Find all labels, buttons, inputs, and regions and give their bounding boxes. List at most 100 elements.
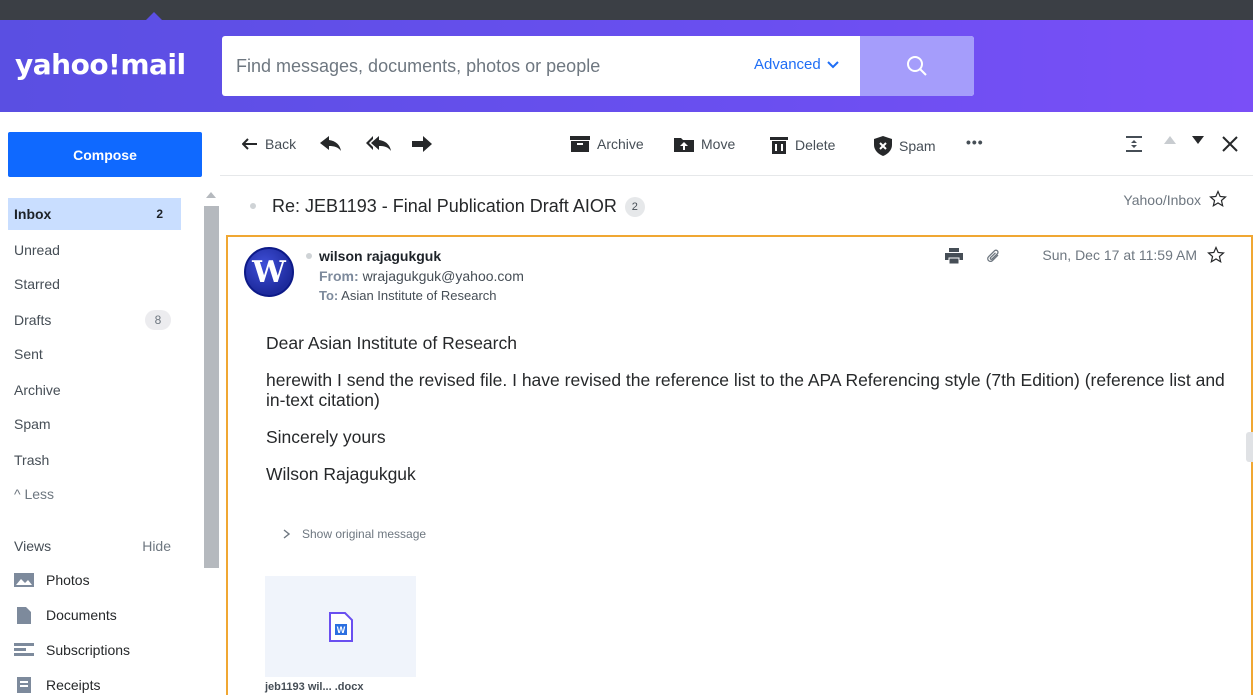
- documents-icon: [14, 606, 34, 624]
- to-label: To:: [319, 288, 339, 303]
- spam-label: Spam: [899, 138, 936, 154]
- photos-icon: [14, 572, 34, 588]
- scroll-up-arrow-icon[interactable]: [206, 192, 216, 198]
- folder-label: Sent: [14, 346, 43, 362]
- delete-label: Delete: [795, 137, 836, 153]
- archive-button[interactable]: Archive: [570, 136, 644, 152]
- read-indicator[interactable]: [306, 253, 312, 259]
- subscriptions-icon: [14, 642, 34, 658]
- sidebar-item-trash[interactable]: Trash: [8, 444, 181, 476]
- sidebar-less-toggle[interactable]: ^ Less: [8, 478, 181, 510]
- previous-message-button[interactable]: [1164, 136, 1176, 144]
- sidebar-item-sent[interactable]: Sent: [8, 338, 181, 370]
- forward-icon: [412, 136, 432, 152]
- body-paragraph: Wilson Rajagukguk: [266, 464, 416, 484]
- back-button[interactable]: Back: [242, 136, 296, 152]
- view-label: Subscriptions: [46, 642, 131, 658]
- folder-tag: Yahoo/Inbox: [1123, 192, 1201, 208]
- collapse-icon: [1126, 136, 1142, 152]
- paperclip-icon: [987, 249, 1001, 270]
- forward-button[interactable]: [412, 136, 432, 152]
- browser-top-strip: [0, 0, 1253, 20]
- reply-all-icon: [366, 136, 391, 151]
- message-card[interactable]: W wilson rajagukguk From: wrajagukguk@ya…: [226, 235, 1253, 695]
- yahoo-mail-logo[interactable]: yahoo!mail: [15, 48, 186, 81]
- view-label: Receipts: [46, 677, 101, 693]
- word-document-icon: W: [328, 611, 353, 642]
- show-original-message-toggle[interactable]: Show original message: [283, 527, 426, 541]
- reply-all-button[interactable]: [366, 136, 392, 152]
- from-line: From: wrajagukguk@yahoo.com: [319, 268, 524, 284]
- folder-label: Drafts: [14, 312, 52, 328]
- show-original-label: Show original message: [302, 527, 427, 541]
- sidebar-item-unread[interactable]: Unread: [8, 234, 181, 266]
- attachment-thumbnail[interactable]: W: [265, 576, 416, 677]
- caret-up-icon: [1164, 136, 1176, 144]
- view-item-documents[interactable]: Documents: [14, 606, 117, 624]
- delete-button[interactable]: Delete: [770, 136, 835, 154]
- folder-label: Spam: [14, 416, 51, 432]
- reply-button[interactable]: [320, 136, 342, 152]
- archive-label: Archive: [597, 136, 644, 152]
- from-email[interactable]: wrajagukguk@yahoo.com: [363, 268, 524, 284]
- sidebar: Compose Inbox 2 Unread Starred Drafts 8 …: [0, 112, 220, 693]
- folder-label: Unread: [14, 242, 60, 258]
- sender-name[interactable]: wilson rajagukguk: [319, 248, 441, 264]
- caret-down-icon: [1192, 136, 1204, 144]
- view-item-photos[interactable]: Photos: [14, 572, 90, 588]
- folder-label: Starred: [14, 276, 60, 292]
- message-body: Dear Asian Institute of Research herewit…: [266, 333, 1226, 501]
- print-icon[interactable]: [945, 248, 963, 269]
- advanced-search-button[interactable]: Advanced: [754, 56, 839, 73]
- sidebar-item-inbox[interactable]: Inbox 2: [8, 198, 181, 230]
- to-recipient[interactable]: Asian Institute of Research: [341, 288, 496, 303]
- hide-views-link[interactable]: Hide: [142, 538, 171, 554]
- message-pane: Back Archive Move Delete Spam ••• Re: JE…: [220, 112, 1253, 695]
- thread-subject: Re: JEB1193 - Final Publication Draft AI…: [272, 196, 645, 217]
- folder-label: Inbox: [14, 206, 52, 222]
- archive-icon: [570, 136, 590, 152]
- close-button[interactable]: [1222, 136, 1238, 152]
- search-button[interactable]: [860, 36, 974, 96]
- unread-count: 2: [156, 207, 163, 221]
- views-header: Views Hide: [8, 530, 181, 562]
- body-paragraph: Dear Asian Institute of Research: [266, 333, 517, 353]
- view-item-receipts[interactable]: Receipts: [14, 677, 100, 693]
- tab-notch: [146, 12, 162, 20]
- next-message-button[interactable]: [1192, 136, 1204, 144]
- to-line: To: Asian Institute of Research: [319, 288, 497, 303]
- close-icon: [1222, 136, 1238, 152]
- view-label: Documents: [46, 607, 117, 623]
- star-icon[interactable]: [1207, 246, 1225, 269]
- reply-icon: [320, 136, 341, 151]
- move-folder-icon: [674, 138, 694, 152]
- search-input[interactable]: [236, 36, 736, 96]
- body-paragraph: herewith I send the revised file. I have…: [266, 370, 1225, 410]
- read-indicator[interactable]: [250, 203, 256, 209]
- chevron-right-icon: [283, 529, 290, 539]
- sidebar-item-drafts[interactable]: Drafts 8: [8, 304, 181, 336]
- sidebar-item-spam[interactable]: Spam: [8, 408, 181, 440]
- search-icon: [907, 56, 927, 76]
- from-label: From:: [319, 268, 359, 284]
- sidebar-item-archive[interactable]: Archive: [8, 374, 181, 406]
- more-actions-button[interactable]: •••: [966, 134, 984, 150]
- move-button[interactable]: Move: [674, 136, 735, 152]
- spam-button[interactable]: Spam: [874, 136, 936, 156]
- drafts-count-badge: 8: [145, 310, 171, 330]
- sidebar-item-starred[interactable]: Starred: [8, 268, 181, 300]
- svg-text:W: W: [336, 625, 345, 635]
- view-label: Photos: [46, 572, 90, 588]
- sender-avatar[interactable]: W: [244, 247, 294, 297]
- sidebar-scrollbar[interactable]: [204, 206, 219, 568]
- message-toolbar: Back Archive Move Delete Spam •••: [220, 112, 1253, 176]
- attachment-name[interactable]: jeb1193 wil... .docx: [265, 681, 363, 693]
- message-date: Sun, Dec 17 at 11:59 AM: [1042, 247, 1197, 263]
- trash-icon: [770, 137, 788, 154]
- star-icon[interactable]: [1209, 190, 1227, 213]
- expand-collapse-button[interactable]: [1126, 136, 1142, 152]
- view-item-subscriptions[interactable]: Subscriptions: [14, 642, 130, 658]
- side-panel-handle[interactable]: [1246, 432, 1253, 462]
- compose-button[interactable]: Compose: [8, 132, 202, 177]
- subject-text: Re: JEB1193 - Final Publication Draft AI…: [272, 196, 617, 216]
